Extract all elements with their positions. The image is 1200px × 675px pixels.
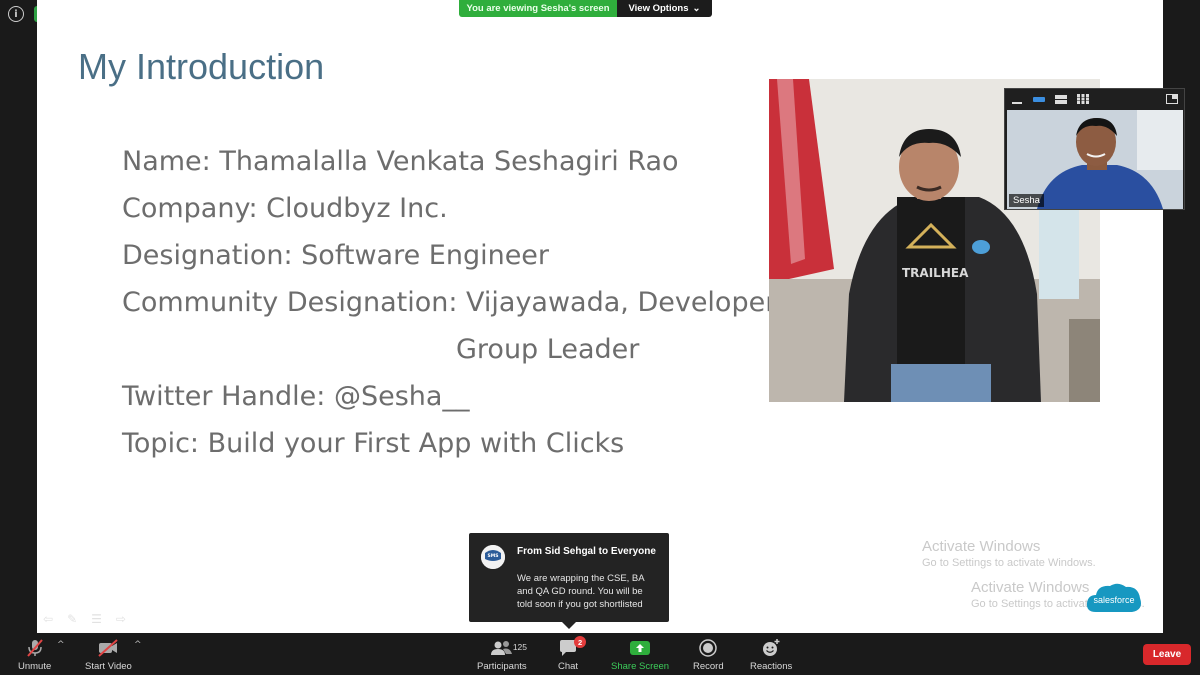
share-screen-icon bbox=[630, 641, 651, 655]
intro-details: Name: Thamalalla Venkata Seshagiri Rao C… bbox=[122, 138, 776, 467]
shirt-logo-text: TRAILHEA bbox=[902, 266, 969, 280]
activate-windows-watermark-1: Activate Windows Go to Settings to activ… bbox=[922, 538, 1096, 569]
record-icon bbox=[699, 639, 718, 657]
record-button[interactable]: Record bbox=[693, 638, 724, 672]
audio-options-caret[interactable]: ^ bbox=[57, 640, 65, 650]
annotation-forward-icon[interactable]: ⇨ bbox=[116, 612, 126, 626]
gallery-view-icon[interactable] bbox=[1077, 94, 1089, 104]
participants-count: 125 bbox=[512, 642, 527, 652]
viewing-screen-label: You are viewing Sesha's screen bbox=[459, 0, 617, 17]
meeting-info-icon[interactable]: i bbox=[8, 6, 24, 22]
presenter-video-feed: Sesha bbox=[1007, 110, 1183, 209]
chat-notification[interactable]: SMS From Sid Sehgal to Everyone We are w… bbox=[469, 533, 669, 629]
participants-icon bbox=[490, 641, 512, 655]
salesforce-logo: salesforce bbox=[1086, 583, 1141, 612]
start-video-button[interactable]: Start Video bbox=[85, 638, 132, 672]
intro-designation: Designation: Software Engineer bbox=[122, 240, 550, 271]
chevron-down-icon: ⌄ bbox=[692, 3, 701, 14]
video-participant-name: Sesha bbox=[1009, 194, 1044, 207]
intro-community-designation-cont: Group Leader bbox=[456, 334, 640, 365]
annotation-tools: ⇦ ✎ ☰ ⇨ bbox=[43, 612, 126, 626]
stacked-view-icon[interactable] bbox=[1055, 94, 1067, 104]
participants-button[interactable]: 125 Participants bbox=[477, 638, 527, 672]
floating-video-panel[interactable]: Sesha bbox=[1004, 88, 1185, 210]
intro-community-designation: Community Designation: Vijayawada, Devel… bbox=[122, 287, 777, 318]
sender-avatar: SMS bbox=[481, 545, 505, 569]
intro-name: Name: Thamalalla Venkata Seshagiri Rao bbox=[122, 146, 679, 177]
intro-company: Company: Cloudbyz Inc. bbox=[122, 193, 448, 224]
annotation-back-icon[interactable]: ⇦ bbox=[43, 612, 53, 626]
svg-text:SMS: SMS bbox=[488, 553, 499, 559]
annotation-pen-icon[interactable]: ✎ bbox=[67, 612, 77, 626]
exit-float-icon[interactable] bbox=[1166, 94, 1178, 104]
reactions-icon bbox=[763, 639, 780, 656]
video-off-icon bbox=[98, 639, 119, 657]
share-screen-button[interactable]: Share Screen bbox=[611, 638, 669, 672]
annotation-menu-icon[interactable]: ☰ bbox=[91, 612, 102, 626]
slide-title: My Introduction bbox=[78, 46, 325, 87]
chat-sender: From Sid Sehgal to Everyone bbox=[517, 546, 656, 557]
active-speaker-icon[interactable] bbox=[1033, 95, 1045, 104]
intro-twitter: Twitter Handle: @Sesha__ bbox=[122, 381, 470, 412]
chat-message: We are wrapping the CSE, BA and QA GD ro… bbox=[517, 573, 645, 610]
video-options-caret[interactable]: ^ bbox=[134, 640, 142, 650]
view-options-button[interactable]: View Options ⌄ bbox=[617, 0, 712, 17]
muted-mic-icon bbox=[26, 639, 43, 657]
viewing-banner: You are viewing Sesha's screen View Opti… bbox=[459, 0, 712, 17]
svg-text:salesforce: salesforce bbox=[1093, 595, 1134, 605]
intro-topic: Topic: Build your First App with Clicks bbox=[122, 428, 625, 459]
minimize-icon[interactable] bbox=[1011, 95, 1023, 104]
video-panel-controls bbox=[1005, 89, 1184, 109]
unmute-button[interactable]: Unmute bbox=[18, 638, 51, 672]
chat-button[interactable]: 2 Chat bbox=[558, 636, 587, 672]
leave-button[interactable]: Leave bbox=[1143, 644, 1191, 665]
meeting-toolbar: Unmute ^ Start Video ^ 125 Participants bbox=[0, 633, 1200, 675]
chat-unread-badge: 2 bbox=[574, 636, 587, 648]
reactions-button[interactable]: Reactions bbox=[750, 638, 792, 672]
